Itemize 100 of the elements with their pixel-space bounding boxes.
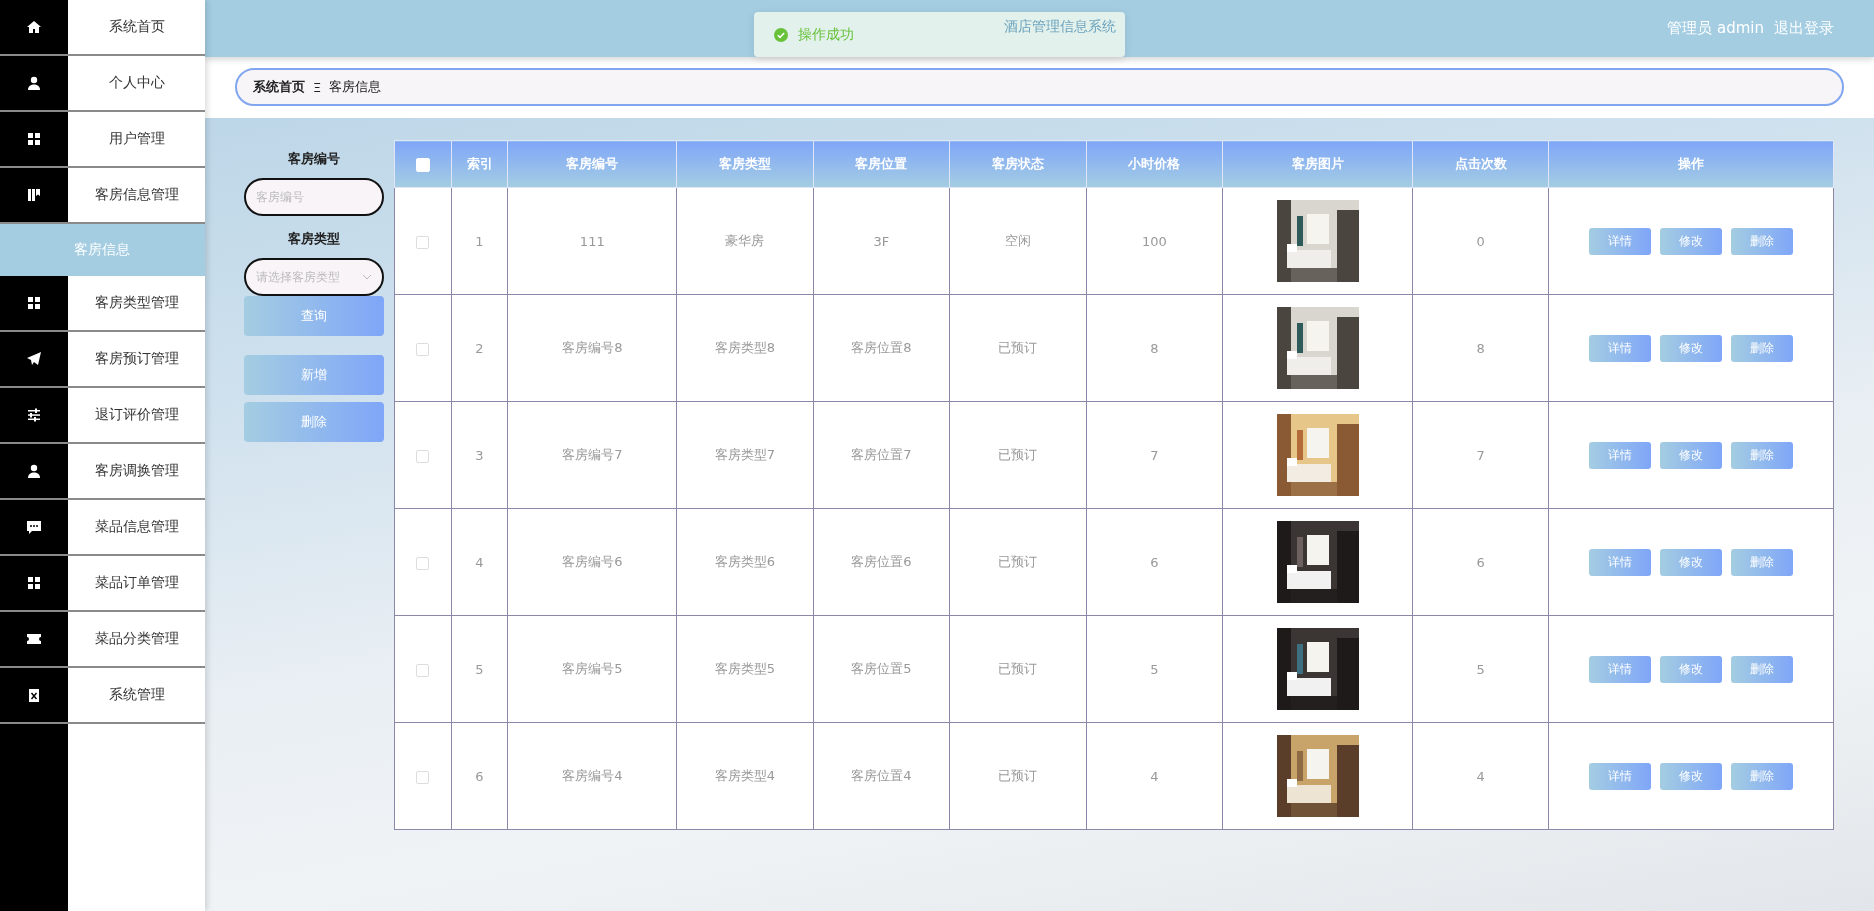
row-checkbox[interactable] [416,770,430,784]
table-cell: 4 [1150,768,1159,784]
column-header: 点击次数 [1454,156,1507,171]
table-cell: 客房编号4 [562,768,623,783]
user-icon [26,75,42,91]
home-icon [26,19,42,35]
table-cell: 已预订 [998,768,1038,783]
table-cell: 客房编号8 [562,340,623,355]
table-cell: 5 [475,661,484,677]
column-header: 客房图片 [1291,156,1344,171]
row-checkbox[interactable] [416,342,430,356]
row-checkbox[interactable] [416,235,430,249]
table-cell: 客房类型7 [714,447,776,462]
column-header: 客房类型 [718,156,771,171]
menu-item[interactable]: 系统首页 [68,0,205,54]
select-all-checkbox[interactable] [415,157,430,172]
table-cell: 3 [475,447,484,463]
select-field[interactable]: 请选择客房类型 [244,258,384,296]
column-header: 小时价格 [1128,156,1181,171]
breadcrumb-link[interactable]: 客房信息 [329,78,382,96]
table-cell: 7 [1476,447,1485,463]
ticket-icon [26,631,42,647]
check-circle-icon [774,27,788,42]
table-cell: 6 [1150,554,1159,570]
row-checkbox[interactable] [416,556,430,570]
row-action-button[interactable]: 删除 [1731,548,1794,576]
table-cell: 111 [579,233,605,249]
grid-icon [26,295,42,311]
table-cell: 客房类型8 [714,340,776,355]
table-cell: 客房类型4 [714,768,776,783]
action-button[interactable]: 新增 [244,355,384,395]
row-checkbox[interactable] [416,663,430,677]
table-cell: 4 [1476,768,1485,784]
row-action-button[interactable]: 详情 [1589,441,1652,469]
row-action-button[interactable]: 修改 [1660,655,1723,683]
table-cell: 已预订 [998,554,1038,569]
row-action-button[interactable]: 删除 [1731,762,1794,790]
row-action-button[interactable]: 删除 [1731,334,1794,362]
table-cell: 8 [1476,340,1485,356]
table-cell: 5 [1476,661,1485,677]
column-header: 操作 [1678,156,1705,171]
table-cell: 5 [1150,661,1159,677]
row-action-button[interactable]: 修改 [1660,762,1723,790]
column-header: 索引 [466,156,493,171]
table-cell: 已预订 [998,661,1038,676]
table-cell: 客房类型6 [714,554,776,569]
row-action-button[interactable]: 修改 [1660,227,1723,255]
table-cell: 客房位置4 [851,768,912,783]
user-label: 管理员 admin [1667,19,1764,38]
column-header: 客房状态 [991,156,1044,171]
table-cell: 客房类型5 [714,661,776,676]
table-cell: 4 [475,554,484,570]
column-header: 客房编号 [566,156,619,171]
table-cell: 客房位置5 [851,661,912,676]
table-cell: 已预订 [998,447,1038,462]
paper-plane-icon [26,351,42,367]
field-label: 客房类型 [288,230,340,248]
logout-link[interactable]: 退出登录 [1774,19,1834,38]
table-cell: 7 [1150,447,1159,463]
query-button[interactable]: 查询 [244,296,384,336]
row-action-button[interactable]: 详情 [1589,655,1652,683]
clipboard-icon [26,687,42,703]
toast-message: 操作成功 [798,25,854,44]
table-cell: 1 [475,233,484,249]
row-action-button[interactable]: 删除 [1731,227,1794,255]
table-cell: 客房编号6 [562,554,623,569]
app-title: 酒店管理信息系统 [1003,18,1116,36]
table-cell: 100 [1142,233,1167,249]
breadcrumb-link[interactable]: 系统首页 [253,78,305,96]
table-cell: 客房位置6 [851,554,912,569]
user-icon [26,463,42,479]
table-cell: 2 [475,340,484,356]
chat-icon [26,519,42,535]
table-cell: 已预订 [998,340,1038,355]
row-checkbox[interactable] [416,449,430,463]
row-action-button[interactable]: 修改 [1660,548,1723,576]
action-button[interactable]: 删除 [244,402,384,442]
row-action-button[interactable]: 修改 [1660,441,1723,469]
table-cell: 客房位置7 [851,447,912,462]
book-icon [26,187,42,203]
row-action-button[interactable]: 修改 [1660,334,1723,362]
table-cell: 8 [1150,340,1159,356]
table-cell: 空闲 [1004,233,1031,248]
row-action-button[interactable]: 详情 [1589,548,1652,576]
table-cell: 6 [475,768,484,784]
grid-icon [26,575,42,591]
table-cell: 客房编号7 [562,447,623,462]
field-label: 客房编号 [288,150,340,168]
row-action-button[interactable]: 详情 [1589,762,1652,790]
table-cell: 客房编号5 [562,661,623,676]
row-action-button[interactable]: 详情 [1589,334,1652,362]
row-action-button[interactable]: 删除 [1731,441,1794,469]
table-cell: 3F [873,233,890,249]
table-cell: 0 [1476,233,1485,249]
row-action-button[interactable]: 删除 [1731,655,1794,683]
table-cell: 客房位置8 [851,340,912,355]
chevron-down-icon [362,274,372,280]
row-action-button[interactable]: 详情 [1589,227,1652,255]
grid-icon [26,131,42,147]
submenu-item[interactable]: 客房信息 [0,224,205,276]
